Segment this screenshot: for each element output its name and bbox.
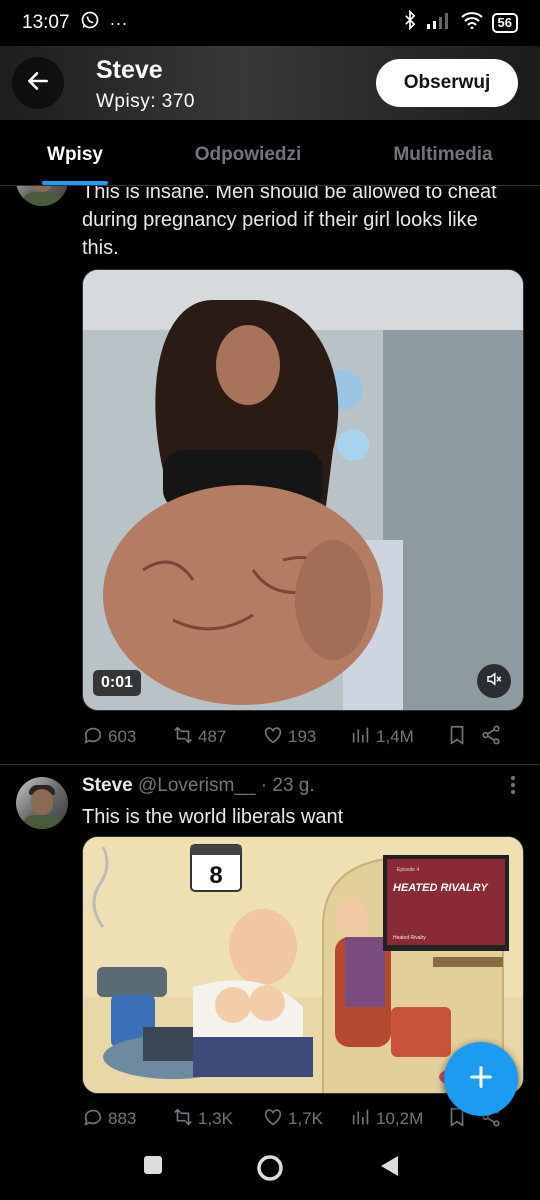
- arrow-left-icon: [25, 68, 51, 99]
- tweet-actions: 883 1,3K 1,7K 10,2M: [82, 1104, 518, 1134]
- tv-episode: Episode 4: [397, 867, 419, 873]
- tab-label: Odpowiedzi: [194, 144, 302, 165]
- tweet-feed[interactable]: This is insane. Men should be allowed to…: [0, 186, 540, 1140]
- view-count: 1,4M: [376, 727, 414, 746]
- circle-icon: [256, 1155, 284, 1186]
- battery-icon: 56: [491, 13, 518, 33]
- bookmark-button[interactable]: [446, 724, 480, 751]
- like-button[interactable]: 193: [262, 724, 350, 751]
- system-nav-bar: [0, 1140, 540, 1200]
- tab-posts[interactable]: Wpisy: [0, 120, 150, 185]
- views-button[interactable]: 1,4M: [350, 724, 446, 751]
- retweet-count: 487: [198, 727, 227, 746]
- retweet-button[interactable]: 1,3K: [172, 1106, 262, 1133]
- more-dots-icon: ···: [109, 12, 128, 33]
- signal-icon: [426, 11, 452, 35]
- retweet-count: 1,3K: [198, 1109, 233, 1128]
- reply-icon: [82, 724, 104, 751]
- reply-count: 883: [108, 1109, 137, 1128]
- reply-count: 603: [108, 727, 137, 746]
- reply-button[interactable]: 883: [82, 1106, 172, 1133]
- author-name[interactable]: Steve: [82, 775, 133, 796]
- tv-caption: Heated Rivalry: [393, 935, 426, 941]
- reply-button[interactable]: 603: [82, 724, 172, 751]
- share-button[interactable]: [480, 724, 510, 751]
- tab-label: Multimedia: [393, 144, 493, 165]
- tweet-video[interactable]: 0:01: [82, 269, 524, 711]
- view-count: 10,2M: [376, 1109, 424, 1128]
- tweet-actions: 603 487 193 1,4M: [82, 722, 518, 752]
- calendar-number: 8: [209, 862, 222, 889]
- whatsapp-icon: [80, 10, 100, 36]
- tweet-text: This is insane. Men should be allowed to…: [82, 186, 497, 259]
- plus-icon: [467, 1063, 495, 1096]
- share-icon: [480, 724, 502, 751]
- status-bar: 13:07 ··· 56: [0, 0, 540, 46]
- square-icon: [142, 1156, 164, 1180]
- more-options-button[interactable]: [510, 775, 516, 801]
- views-icon: [350, 1106, 372, 1133]
- retweet-icon: [172, 1106, 194, 1133]
- tv-show-title: HEATED RIVALRY: [393, 882, 489, 894]
- profile-name: Steve: [96, 56, 163, 84]
- tab-media[interactable]: Multimedia: [346, 120, 540, 185]
- retweet-button[interactable]: 487: [172, 724, 262, 751]
- views-icon: [350, 724, 372, 751]
- vertical-dots-icon: [510, 776, 516, 800]
- back-nav-button[interactable]: [378, 1154, 400, 1183]
- triangle-back-icon: [378, 1156, 400, 1182]
- heart-icon: [262, 724, 284, 751]
- wifi-icon: [460, 11, 484, 35]
- like-count: 193: [288, 727, 317, 746]
- video-duration: 0:01: [93, 670, 142, 696]
- views-button[interactable]: 10,2M: [350, 1106, 446, 1133]
- speaker-muted-icon: [485, 670, 503, 692]
- tweet-text: This is the world liberals want: [82, 806, 344, 828]
- tab-replies[interactable]: Odpowiedzi: [150, 120, 346, 185]
- profile-header: Steve Wpisy: 370 Obserwuj: [0, 46, 540, 120]
- like-count: 1,7K: [288, 1109, 323, 1128]
- reply-icon: [82, 1106, 104, 1133]
- follow-button[interactable]: Obserwuj: [376, 59, 518, 107]
- home-button[interactable]: [256, 1154, 284, 1187]
- bluetooth-icon: [402, 9, 418, 36]
- mute-button[interactable]: [477, 664, 511, 698]
- avatar[interactable]: [16, 777, 68, 829]
- back-button[interactable]: [12, 57, 64, 109]
- tweet[interactable]: This is insane. Men should be allowed to…: [0, 186, 540, 766]
- post-count: Wpisy: 370: [96, 91, 195, 112]
- tweet-header: Steve @Loverism__ · 23 g.: [82, 775, 315, 797]
- author-handle[interactable]: @Loverism__: [138, 775, 256, 796]
- active-tab-indicator: [42, 181, 108, 185]
- profile-tabs: Wpisy Odpowiedzi Multimedia: [0, 120, 540, 186]
- tab-label: Wpisy: [47, 144, 103, 165]
- like-button[interactable]: 1,7K: [262, 1106, 350, 1133]
- retweet-icon: [172, 724, 194, 751]
- recents-button[interactable]: [142, 1154, 164, 1181]
- heart-icon: [262, 1106, 284, 1133]
- compose-tweet-button[interactable]: [444, 1042, 518, 1116]
- status-time: 13:07: [22, 12, 70, 33]
- tweet-time: · 23 g.: [260, 775, 315, 796]
- video-frame-illustration: [83, 270, 523, 710]
- bookmark-icon: [446, 724, 468, 751]
- avatar[interactable]: [16, 186, 68, 206]
